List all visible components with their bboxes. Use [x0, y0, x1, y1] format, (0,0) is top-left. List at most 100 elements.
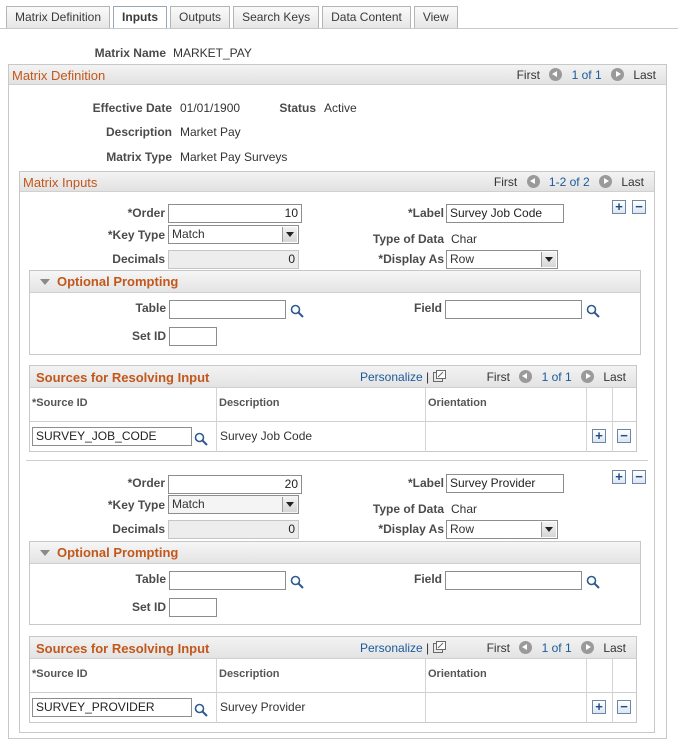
tab-matrix-definition[interactable]: Matrix Definition: [6, 6, 111, 28]
matrix-type-value: Market Pay Surveys: [180, 150, 288, 164]
setid-input[interactable]: [169, 327, 217, 346]
order-label: *Order: [127, 476, 165, 490]
add-row-button[interactable]: +: [612, 200, 626, 214]
optional-prompting-header[interactable]: Optional Prompting: [30, 542, 640, 564]
nav-last[interactable]: Last: [633, 68, 656, 82]
chevron-down-icon: [541, 522, 556, 537]
nav-last[interactable]: Last: [603, 370, 626, 384]
column-divider: [425, 659, 426, 723]
nav-next-icon[interactable]: [580, 641, 594, 654]
delete-row-button[interactable]: −: [632, 470, 646, 484]
search-icon[interactable]: [290, 575, 304, 589]
source-id-input[interactable]: SURVEY_PROVIDER: [32, 698, 192, 717]
source-description: Survey Job Code: [220, 429, 313, 443]
sources-column-headers: *Source ID Description Orientation: [30, 659, 636, 693]
table-input[interactable]: [169, 300, 286, 319]
new-window-icon[interactable]: [432, 641, 446, 653]
column-divider: [586, 659, 587, 723]
nav-next-icon[interactable]: [580, 370, 594, 383]
col-orientation: Orientation: [428, 668, 487, 680]
field-input[interactable]: [445, 571, 582, 590]
status-label: Status: [279, 101, 316, 115]
label-label: *Label: [407, 206, 444, 220]
display-as-select[interactable]: Row: [446, 520, 558, 539]
column-divider: [612, 659, 613, 723]
sources-title: Sources for Resolving Input: [36, 370, 210, 385]
new-window-icon[interactable]: [432, 370, 446, 382]
nav-next-icon[interactable]: [598, 175, 612, 188]
table-input[interactable]: [169, 571, 286, 590]
add-row-button[interactable]: +: [612, 470, 626, 484]
nav-first[interactable]: First: [517, 68, 540, 82]
search-icon[interactable]: [586, 575, 600, 589]
tab-inputs[interactable]: Inputs: [113, 6, 168, 29]
setid-label: Set ID: [131, 600, 166, 614]
col-orientation: Orientation: [428, 397, 487, 409]
source-id-input[interactable]: SURVEY_JOB_CODE: [32, 427, 192, 446]
tab-search-keys[interactable]: Search Keys: [233, 6, 320, 28]
field-input[interactable]: [445, 300, 582, 319]
nav-last[interactable]: Last: [621, 175, 644, 189]
label-label: *Label: [407, 476, 444, 490]
delete-row-button[interactable]: −: [632, 200, 646, 214]
display-as-value: Row: [450, 522, 475, 536]
search-icon[interactable]: [586, 304, 600, 318]
nav-first[interactable]: First: [487, 370, 510, 384]
order-label: *Order: [127, 206, 165, 220]
status-value: Active: [324, 101, 357, 115]
col-description: Description: [219, 397, 280, 409]
nav-first[interactable]: First: [494, 175, 517, 189]
delete-source-button[interactable]: −: [617, 700, 631, 714]
key-type-select[interactable]: Match: [168, 495, 299, 514]
key-type-value: Match: [172, 227, 205, 241]
nav-first[interactable]: First: [487, 641, 510, 655]
tab-data-content[interactable]: Data Content: [322, 6, 411, 28]
search-icon[interactable]: [290, 304, 304, 318]
type-of-data-value: Char: [451, 232, 478, 246]
search-icon[interactable]: [194, 703, 208, 717]
personalize-link[interactable]: Personalize: [360, 641, 423, 655]
order-input[interactable]: 10: [168, 204, 302, 223]
label-input[interactable]: Survey Job Code: [446, 204, 564, 223]
nav-last[interactable]: Last: [603, 641, 626, 655]
label-input[interactable]: Survey Provider: [446, 474, 564, 493]
optional-prompting-title: Optional Prompting: [57, 274, 179, 289]
tab-outputs[interactable]: Outputs: [170, 6, 231, 28]
nav-prev-icon[interactable]: [549, 68, 563, 81]
nav-prev-icon[interactable]: [519, 370, 533, 383]
chevron-down-icon: [282, 227, 297, 242]
optional-prompting-title: Optional Prompting: [57, 545, 179, 560]
nav-count: 1 of 1: [571, 68, 602, 82]
col-description: Description: [219, 668, 280, 680]
column-divider: [586, 388, 587, 452]
tab-bar: Matrix Definition Inputs Outputs Search …: [6, 6, 461, 29]
nav-prev-icon[interactable]: [519, 641, 533, 654]
type-of-data-value: Char: [451, 502, 478, 516]
collapse-triangle-icon: [40, 279, 50, 285]
add-source-button[interactable]: +: [592, 700, 606, 714]
key-type-label: *Key Type: [107, 498, 165, 512]
matrix-definition-header: Matrix Definition First 1 of 1 Last: [9, 65, 666, 85]
personalize-link[interactable]: Personalize: [360, 370, 423, 384]
matrix-definition-title: Matrix Definition: [12, 68, 106, 83]
tab-view[interactable]: View: [413, 6, 458, 28]
display-as-label: *Display As: [378, 522, 444, 536]
nav-prev-icon[interactable]: [526, 175, 540, 188]
nav-next-icon[interactable]: [610, 68, 624, 81]
search-icon[interactable]: [194, 432, 208, 446]
type-of-data-label: Type of Data: [372, 502, 444, 516]
nav-count: 1 of 1: [541, 370, 572, 384]
decimals-label: Decimals: [112, 522, 165, 536]
description-label: Description: [105, 125, 172, 139]
order-input[interactable]: 20: [168, 475, 302, 494]
display-as-select[interactable]: Row: [446, 250, 558, 269]
add-source-button[interactable]: +: [592, 429, 606, 443]
setid-input[interactable]: [169, 598, 217, 617]
matrix-name-value: MARKET_PAY: [173, 46, 252, 60]
key-type-select[interactable]: Match: [168, 225, 299, 244]
sources-grid-header: Sources for Resolving Input Personalize …: [30, 366, 636, 388]
matrix-inputs-title: Matrix Inputs: [23, 175, 98, 190]
optional-prompting-header[interactable]: Optional Prompting: [30, 271, 640, 293]
collapse-triangle-icon: [40, 550, 50, 556]
delete-source-button[interactable]: −: [617, 429, 631, 443]
